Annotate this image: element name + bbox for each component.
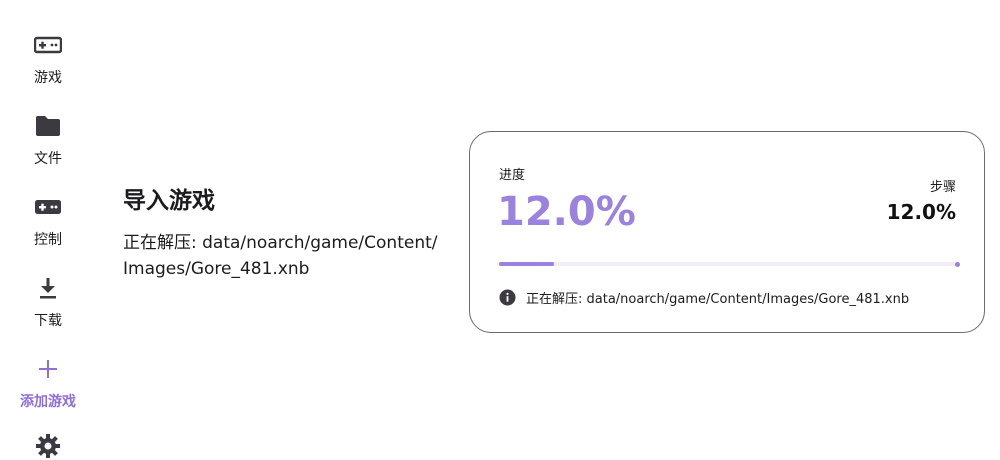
step-label: 步骤 [929, 180, 956, 195]
add-icon [34, 355, 62, 383]
nav-item-files[interactable]: 文件 [0, 112, 96, 168]
progress-card: 进度 12.0% 步骤 12.0% 正在解压: data/noarch/game… [469, 131, 985, 333]
nav-item-label: 文件 [34, 151, 62, 167]
nav-item-games[interactable]: 游戏 [0, 31, 96, 87]
nav-item-label: 添加游戏 [20, 394, 76, 410]
current-file-text: 正在解压: data/noarch/game/Content/Images/Go… [526, 292, 910, 307]
page-title: 导入游戏 [123, 188, 215, 214]
extract-status-text: 正在解压: data/noarch/game/Content/ Images/G… [123, 230, 453, 282]
nav-item-label: 控制 [34, 232, 62, 248]
current-file-row: 正在解压: data/noarch/game/Content/Images/Go… [499, 288, 909, 307]
progress-percentage: 12.0% [497, 189, 636, 235]
folder-icon [34, 112, 62, 140]
navigation-rail: 游戏 文件 控制 下载 添加游戏 [0, 0, 96, 458]
nav-item-label: 下载 [34, 313, 62, 329]
nav-item-label: 游戏 [34, 70, 62, 86]
progress-label: 进度 [499, 168, 526, 183]
progress-bar-fill [499, 262, 555, 266]
nav-item-settings[interactable] [0, 432, 96, 460]
info-icon [499, 289, 516, 306]
settings-icon [34, 432, 62, 460]
gamepad-icon [34, 31, 62, 59]
status-line: Images/Gore_481.xnb [123, 259, 310, 279]
import-panel: 导入游戏 正在解压: data/noarch/game/Content/ Ima… [123, 186, 453, 282]
progress-end-marker [955, 262, 960, 267]
nav-item-controls[interactable]: 控制 [0, 193, 96, 249]
controller-icon [34, 193, 62, 221]
progress-bar [499, 262, 959, 266]
status-line: 正在解压: data/noarch/game/Content/ [123, 233, 438, 253]
download-icon [34, 274, 62, 302]
step-percentage: 12.0% [886, 200, 956, 224]
nav-item-add-game[interactable]: 添加游戏 [0, 355, 96, 411]
nav-item-downloads[interactable]: 下载 [0, 274, 96, 330]
